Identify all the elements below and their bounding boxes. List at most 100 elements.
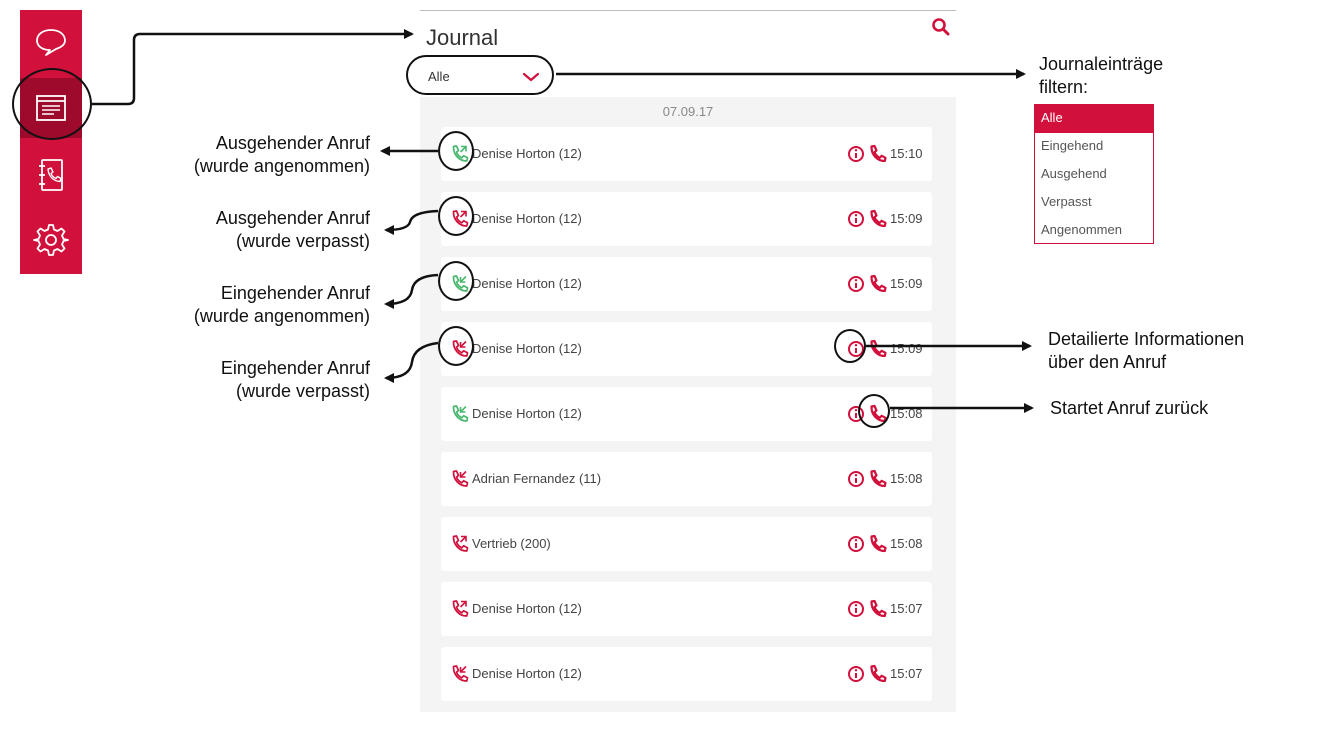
phonebook-icon bbox=[39, 159, 63, 191]
label-line: über den Anruf bbox=[1048, 352, 1167, 372]
sidebar-item-contacts[interactable] bbox=[20, 145, 82, 205]
call-entry-row[interactable]: Denise Horton (12) 15:09 bbox=[441, 192, 932, 246]
info-button[interactable] bbox=[847, 665, 865, 683]
label-line: Ausgehender Anruf bbox=[215, 133, 370, 153]
info-button[interactable] bbox=[847, 470, 865, 488]
sidebar bbox=[20, 10, 82, 274]
label-outgoing-missed: Ausgehender Anruf (wurde verpasst) bbox=[216, 207, 370, 253]
info-icon bbox=[848, 146, 864, 162]
call-back-button[interactable] bbox=[867, 469, 887, 489]
call-back-button[interactable] bbox=[867, 599, 887, 619]
outgoing-call-missed-icon bbox=[452, 535, 469, 552]
call-entry-row[interactable]: Denise Horton (12) 15:07 bbox=[441, 582, 932, 636]
page-title: Journal bbox=[426, 25, 499, 50]
filter-option-angenommen[interactable]: Angenommen bbox=[1035, 217, 1153, 245]
label-line: Detailierte Informationen bbox=[1048, 329, 1245, 349]
call-time: 15:08 bbox=[890, 471, 923, 486]
search-icon bbox=[932, 18, 950, 36]
call-back-button[interactable] bbox=[867, 144, 887, 164]
label-line: (wurde angenommen) bbox=[193, 306, 370, 326]
caller-name: Denise Horton (12) bbox=[472, 276, 582, 291]
call-time: 15:09 bbox=[890, 341, 923, 356]
label-incoming-missed: Eingehender Anruf (wurde verpasst) bbox=[221, 357, 370, 403]
highlight-ring-callback bbox=[858, 394, 890, 428]
filter-heading: Journaleinträge filtern: bbox=[1039, 53, 1163, 99]
phone-icon bbox=[870, 339, 887, 358]
info-icon bbox=[848, 276, 864, 292]
call-time: 15:08 bbox=[890, 536, 923, 551]
call-entry-row[interactable]: Vertrieb (200) 15:08 bbox=[441, 517, 932, 571]
info-icon bbox=[848, 536, 864, 552]
caller-name: Denise Horton (12) bbox=[472, 211, 582, 226]
info-button[interactable] bbox=[847, 275, 865, 293]
call-entry-row[interactable]: Denise Horton (12) 15:09 bbox=[441, 257, 932, 311]
info-button[interactable] bbox=[847, 210, 865, 228]
info-button[interactable] bbox=[847, 145, 865, 163]
highlight-ring-incoming-missed bbox=[438, 326, 474, 366]
journal-header: Journal Alle bbox=[406, 11, 956, 97]
filter-heading-line-1: Journaleinträge bbox=[1039, 54, 1164, 74]
filter-option-eingehend[interactable]: Eingehend bbox=[1035, 133, 1153, 161]
gear-icon bbox=[33, 224, 69, 256]
phone-icon bbox=[870, 469, 887, 488]
search-button[interactable] bbox=[930, 16, 952, 38]
date-separator: 07.09.17 bbox=[662, 104, 714, 119]
call-back-button[interactable] bbox=[867, 209, 887, 229]
call-entry-row[interactable]: Denise Horton (12) 15:07 bbox=[441, 647, 932, 701]
label-details: Detailierte Informationen über den Anruf bbox=[1048, 328, 1244, 374]
info-button[interactable] bbox=[847, 600, 865, 618]
call-back-button[interactable] bbox=[867, 274, 887, 294]
caller-name: Adrian Fernandez (11) bbox=[472, 471, 602, 486]
call-time: 15:09 bbox=[890, 211, 923, 226]
caller-name: Denise Horton (12) bbox=[472, 406, 582, 421]
caller-name: Vertrieb (200) bbox=[472, 536, 551, 551]
call-back-button[interactable] bbox=[867, 534, 887, 554]
call-time: 15:10 bbox=[890, 146, 923, 161]
label-line: Eingehender Anruf bbox=[220, 283, 370, 303]
caller-name: Denise Horton (12) bbox=[472, 601, 582, 616]
call-time: 15:09 bbox=[890, 276, 923, 291]
chat-bubble-icon bbox=[36, 29, 66, 56]
filter-option-ausgehend[interactable]: Ausgehend bbox=[1035, 161, 1153, 189]
call-back-button[interactable] bbox=[867, 339, 887, 359]
filter-heading-line-2: filtern: bbox=[1039, 77, 1089, 97]
chevron-down-icon bbox=[522, 72, 540, 82]
call-entry-row[interactable]: Denise Horton (12) 15:10 bbox=[441, 127, 932, 181]
highlight-ring-journal bbox=[12, 68, 92, 140]
highlight-ring-info bbox=[834, 329, 866, 363]
label-line: (wurde verpasst) bbox=[235, 381, 370, 401]
call-time: 15:07 bbox=[890, 666, 923, 681]
call-time: 15:07 bbox=[890, 601, 923, 616]
filter-options-menu: Alle Eingehend Ausgehend Verpasst Angeno… bbox=[1034, 104, 1154, 244]
filter-dropdown[interactable]: Alle bbox=[406, 55, 554, 95]
highlight-ring-incoming-answered bbox=[438, 261, 474, 301]
sidebar-item-chat[interactable] bbox=[20, 12, 82, 72]
caller-name: Denise Horton (12) bbox=[472, 666, 582, 681]
info-icon bbox=[848, 471, 864, 487]
incoming-call-answered-icon bbox=[452, 405, 469, 422]
info-button[interactable] bbox=[847, 535, 865, 553]
label-line: Eingehender Anruf bbox=[220, 358, 370, 378]
call-entry-row[interactable]: Adrian Fernandez (11) 15:08 bbox=[441, 452, 932, 506]
info-icon bbox=[848, 211, 864, 227]
incoming-call-missed-icon bbox=[452, 470, 469, 487]
phone-icon bbox=[870, 209, 887, 228]
caller-name: Denise Horton (12) bbox=[472, 146, 582, 161]
filter-option-verpasst[interactable]: Verpasst bbox=[1035, 189, 1153, 217]
phone-icon bbox=[870, 144, 887, 163]
info-icon bbox=[848, 601, 864, 617]
highlight-ring-outgoing-answered bbox=[438, 131, 474, 171]
label-incoming-answered: Eingehender Anruf (wurde angenommen) bbox=[194, 282, 370, 328]
outgoing-call-missed-icon bbox=[452, 600, 469, 617]
label-outgoing-answered: Ausgehender Anruf (wurde angenommen) bbox=[194, 132, 370, 178]
phone-icon bbox=[870, 599, 887, 618]
sidebar-item-settings[interactable] bbox=[20, 210, 82, 270]
phone-icon bbox=[870, 664, 887, 683]
filter-option-alle[interactable]: Alle bbox=[1035, 105, 1153, 133]
call-back-button[interactable] bbox=[867, 664, 887, 684]
label-line: Ausgehender Anruf bbox=[215, 208, 370, 228]
label-line: (wurde verpasst) bbox=[235, 231, 370, 251]
phone-icon bbox=[870, 534, 887, 553]
journal-panel: Journal Alle 07.09.17 Denise Horton (12)… bbox=[406, 10, 956, 712]
label-callback: Startet Anruf zurück bbox=[1050, 398, 1209, 418]
